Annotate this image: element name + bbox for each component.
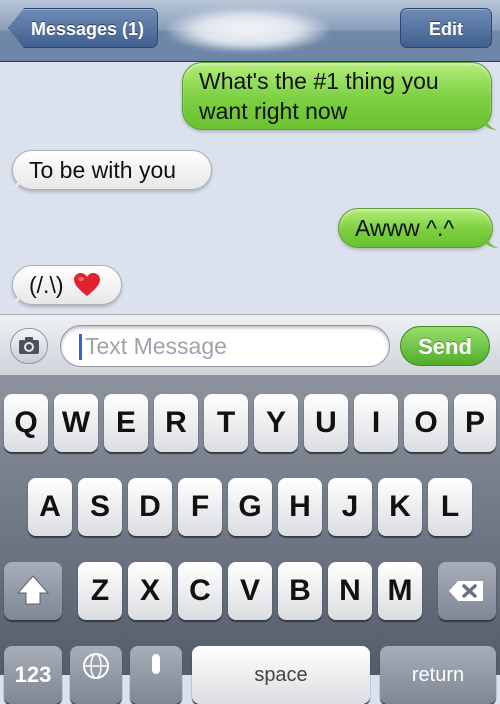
- delete-icon: [449, 581, 483, 601]
- text-field-placeholder: Text Message: [85, 333, 227, 359]
- key-label: K: [389, 490, 411, 523]
- key-label: H: [289, 490, 311, 523]
- key-label: Q: [14, 406, 38, 439]
- message-bubble-sent: Awww ^.^: [338, 208, 499, 248]
- key-label: P: [464, 406, 485, 439]
- message-text-field[interactable]: Text Message: [60, 325, 390, 367]
- globe-key[interactable]: [70, 646, 122, 704]
- globe-icon: [83, 653, 109, 679]
- keyboard: Q W E R T Y U I O P A S D F G H J K L Z …: [0, 376, 500, 704]
- key-label: T: [216, 406, 236, 439]
- key-y[interactable]: Y: [254, 394, 298, 452]
- microphone-key[interactable]: [130, 646, 182, 704]
- key-n[interactable]: N: [328, 562, 372, 620]
- bubble-tail: [6, 291, 20, 305]
- key-j[interactable]: J: [328, 478, 372, 536]
- camera-icon: [19, 337, 39, 354]
- contact-name-blurred: [168, 8, 328, 52]
- key-u[interactable]: U: [304, 394, 348, 452]
- key-label: return: [411, 664, 465, 686]
- navigation-bar: Messages (1) Edit: [0, 0, 500, 62]
- key-v[interactable]: V: [228, 562, 272, 620]
- message-text: To be with you: [29, 157, 177, 183]
- key-t[interactable]: T: [204, 394, 248, 452]
- key-label: R: [165, 406, 187, 439]
- key-c[interactable]: C: [178, 562, 222, 620]
- space-key[interactable]: space: [192, 646, 370, 704]
- bubble-tail: [6, 176, 20, 190]
- key-m[interactable]: M: [378, 562, 422, 620]
- message-text: Awww ^.^: [355, 215, 455, 241]
- key-q[interactable]: Q: [4, 394, 48, 452]
- key-s[interactable]: S: [78, 478, 122, 536]
- key-label: W: [61, 406, 91, 439]
- key-label: J: [341, 490, 359, 523]
- send-button[interactable]: Send: [400, 326, 490, 366]
- key-label: M: [387, 574, 413, 607]
- numbers-key[interactable]: 123: [4, 646, 62, 704]
- key-label: X: [139, 574, 160, 607]
- key-g[interactable]: G: [228, 478, 272, 536]
- key-b[interactable]: B: [278, 562, 322, 620]
- key-f[interactable]: F: [178, 478, 222, 536]
- microphone-icon: [152, 654, 160, 674]
- key-label: U: [315, 406, 337, 439]
- key-label: V: [239, 574, 260, 607]
- key-label: L: [440, 490, 460, 523]
- message-text-line: want right now: [199, 98, 348, 124]
- message-bubble-sent: What's the #1 thing you want right now: [182, 62, 498, 130]
- shift-key[interactable]: [4, 562, 62, 620]
- key-label: Y: [265, 406, 286, 439]
- key-k[interactable]: K: [378, 478, 422, 536]
- key-a[interactable]: A: [28, 478, 72, 536]
- key-w[interactable]: W: [54, 394, 98, 452]
- key-l[interactable]: L: [428, 478, 472, 536]
- heart-icon: [73, 273, 100, 296]
- message-composer: Text Message Send: [0, 314, 500, 376]
- key-label: D: [139, 490, 161, 523]
- key-x[interactable]: X: [128, 562, 172, 620]
- text-cursor: [79, 334, 82, 360]
- key-d[interactable]: D: [128, 478, 172, 536]
- key-label: G: [238, 490, 262, 523]
- key-label: E: [115, 406, 136, 439]
- key-label: 123: [14, 662, 52, 687]
- key-label: B: [289, 574, 311, 607]
- message-text-line: What's the #1 thing you: [199, 68, 439, 94]
- message-thread: What's the #1 thing you want right now T…: [0, 62, 500, 314]
- key-label: space: [254, 664, 308, 686]
- return-key[interactable]: return: [380, 646, 496, 704]
- back-to-messages-button[interactable]: Messages (1): [8, 8, 158, 48]
- key-label: Z: [90, 574, 110, 607]
- key-label: I: [371, 406, 381, 439]
- camera-button[interactable]: [10, 328, 48, 364]
- bubble-tail: [485, 234, 499, 248]
- edit-button[interactable]: Edit: [400, 8, 492, 48]
- key-label: F: [190, 490, 210, 523]
- message-bubble-received: To be with you: [6, 150, 212, 190]
- key-label: O: [414, 406, 438, 439]
- shift-icon: [16, 575, 50, 605]
- message-text: (/.\): [29, 272, 64, 298]
- key-z[interactable]: Z: [78, 562, 122, 620]
- key-e[interactable]: E: [104, 394, 148, 452]
- key-i[interactable]: I: [354, 394, 398, 452]
- key-o[interactable]: O: [404, 394, 448, 452]
- key-h[interactable]: H: [278, 478, 322, 536]
- key-label: C: [189, 574, 211, 607]
- delete-key[interactable]: [438, 562, 496, 620]
- message-bubble-received: (/.\): [6, 265, 122, 305]
- key-p[interactable]: P: [454, 394, 496, 452]
- key-label: S: [89, 490, 110, 523]
- bubble-tail: [484, 116, 498, 130]
- key-r[interactable]: R: [154, 394, 198, 452]
- key-label: A: [39, 490, 61, 523]
- key-label: N: [339, 574, 361, 607]
